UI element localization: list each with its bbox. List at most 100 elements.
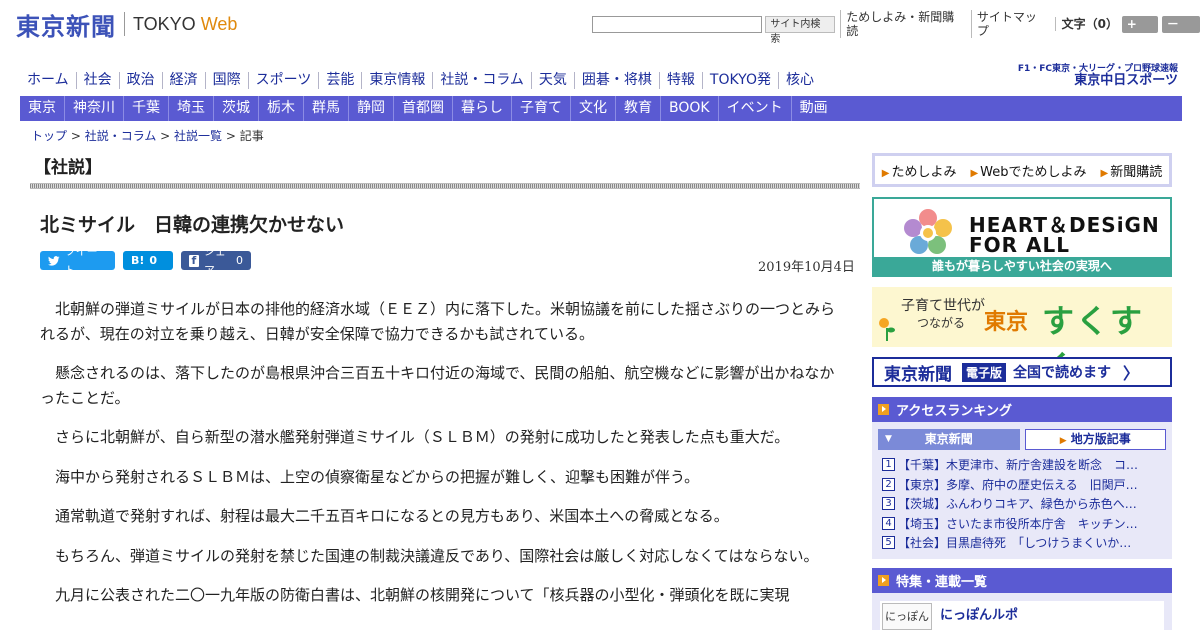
sports-logo-name: 東京中日スポーツ — [1074, 73, 1178, 88]
nav-item-tokyo-hatsu[interactable]: TOKYO発 — [701, 72, 778, 89]
twitter-bird-icon — [48, 255, 60, 266]
caret-down-icon: ▼ — [885, 434, 892, 444]
rank-number: 4 — [882, 516, 895, 530]
nav-item-entertainment[interactable]: 芸能 — [318, 72, 361, 89]
trial-link[interactable]: ▶ ためしよみ — [882, 161, 957, 180]
article-paragraph: 懸念されるのは、落下したのが島根県沖合三百五十キロ付近の海域で、民間の船舶、航空… — [40, 364, 835, 407]
subnav-item-video[interactable]: 動画 — [790, 96, 836, 121]
subnav-item-kurashi[interactable]: 暮らし — [452, 96, 511, 121]
features-title: 特集・連載一覧 — [896, 575, 988, 590]
heart-design-banner[interactable]: HEART＆DESiGN FOR ALL 誰もが暮らしやすい社会の実現へ — [872, 197, 1172, 277]
panel-arrow-icon — [878, 404, 889, 415]
subnav-item-bunka[interactable]: 文化 — [570, 96, 615, 121]
site-search-input[interactable] — [592, 15, 763, 33]
subscribe-link[interactable]: ▶ 新聞購読 — [1101, 161, 1163, 180]
subnav-item-event[interactable]: イベント — [717, 96, 791, 121]
ranking-item[interactable]: 1 【千葉】木更津市、新庁舎建設を断念 コ… — [882, 455, 1166, 475]
breadcrumb-editorial-list[interactable]: 社説一覧 — [174, 129, 222, 143]
rank-number: 2 — [882, 477, 895, 491]
ranking-tab-regional[interactable]: ▶ 地方版記事 — [1024, 429, 1166, 450]
subnav-item-shizuoka[interactable]: 静岡 — [348, 96, 393, 121]
article-paragraph: 北朝鮮の弾道ミサイルが日本の排他的経済水域（ＥＥＺ）内に落下した。米朝協議を前に… — [40, 300, 836, 343]
trial-link-label: ためしよみ — [891, 164, 957, 180]
tweet-label: ツイート — [64, 244, 98, 277]
logo-text-web: Web — [200, 13, 238, 34]
subnav-item-tokyo[interactable]: 東京 — [20, 96, 64, 121]
ranking-item[interactable]: 2 【東京】多摩、府中の歴史伝える 旧関戸… — [882, 475, 1166, 495]
nav-item-tokyo-info[interactable]: 東京情報 — [361, 72, 432, 89]
ranking-item[interactable]: 3 【茨城】ふんわりコキア、緑色から赤色へ… — [882, 494, 1166, 514]
site-search-button[interactable]: サイト内検索 — [765, 15, 836, 45]
ranking-header: アクセスランキング — [872, 397, 1172, 422]
chunichi-sports-link[interactable]: F1・FC東京・大リーグ・プロ野球速報 東京中日スポーツ — [1018, 63, 1178, 87]
rank-number: 3 — [882, 497, 895, 511]
nav-item-sports[interactable]: スポーツ — [247, 72, 319, 89]
nav-item-home[interactable]: ホーム — [20, 72, 76, 89]
article-paragraph: もちろん、弾道ミサイルの発射を禁じた国連の制裁決議違反であり、国際社会は厳しく対… — [55, 546, 819, 565]
article-date: 2019年10月4日 — [758, 260, 855, 275]
ranking-item[interactable]: 5 【社会】目黒虐待死 「しつけうまくいか… — [882, 533, 1166, 553]
facebook-share-label: シェア — [203, 244, 226, 277]
nav-item-special-report[interactable]: 特報 — [658, 72, 702, 89]
subnav-item-gunma[interactable]: 群馬 — [303, 96, 348, 121]
arrow-right-icon: ▶ — [1100, 167, 1109, 179]
header-link-sitemap[interactable]: サイトマップ — [970, 10, 1049, 38]
subnav-item-tochigi[interactable]: 栃木 — [258, 96, 303, 121]
web-trial-link[interactable]: ▶ Webでためしよみ — [970, 161, 1086, 180]
breadcrumb-current: 記事 — [239, 129, 264, 143]
trial-subscribe-box: ▶ ためしよみ ▶ Webでためしよみ ▶ 新聞購読 — [872, 153, 1172, 187]
font-size-increase-button[interactable]: + 大 — [1121, 15, 1158, 48]
features-panel: 特集・連載一覧 にっぽん にっぽんルポ — [872, 568, 1172, 630]
arrow-right-icon: ▶ — [970, 167, 979, 179]
article-paragraph: 通常軌道で発射すれば、射程は最大二千五百キロになるとの見方もあり、米国本土への脅… — [55, 507, 729, 525]
subnav-item-shutoken[interactable]: 首都圏 — [393, 96, 452, 121]
subnav-item-book[interactable]: BOOK — [660, 96, 718, 121]
nav-item-society[interactable]: 社会 — [75, 72, 119, 89]
nav-item-kakushin[interactable]: 核心 — [777, 72, 821, 89]
nav-item-economy[interactable]: 経済 — [161, 72, 205, 89]
nav-item-politics[interactable]: 政治 — [118, 72, 162, 89]
ranking-list: 1 【千葉】木更津市、新庁舎建設を断念 コ… 2 【東京】多摩、府中の歴史伝える 旧… — [872, 454, 1172, 553]
font-size-decrease-button[interactable]: － 小 — [1161, 15, 1200, 48]
hatena-bookmark-button[interactable]: B! 0 — [123, 251, 173, 270]
breadcrumb: トップ > 社説・コラム > 社説一覧 > 記事 — [31, 127, 264, 144]
ranking-item-title: 【千葉】木更津市、新庁舎建設を断念 コ… — [898, 458, 1139, 473]
ranking-item[interactable]: 4 【埼玉】さいたま市役所本庁舎 キッチン… — [882, 514, 1166, 534]
rank-number: 1 — [882, 458, 895, 472]
nav-item-weather[interactable]: 天気 — [530, 72, 574, 89]
feature-item[interactable]: にっぽん にっぽんルポ — [880, 601, 1164, 630]
subnav-item-kyoiku[interactable]: 教育 — [615, 96, 660, 121]
breadcrumb-editorial-column[interactable]: 社説・コラム — [85, 129, 157, 143]
subnav-item-saitama[interactable]: 埼玉 — [168, 96, 213, 121]
breadcrumb-separator: > — [67, 129, 85, 143]
tokyo-sukusuku-banner[interactable]: 子育て世代が つながる 東京 すくすく — [872, 287, 1172, 386]
facebook-icon: f — [189, 254, 199, 267]
subnav-item-kanagawa[interactable]: 神奈川 — [64, 96, 123, 121]
article-title: 北ミサイル 日韓の連携欠かせない — [40, 214, 345, 236]
nav-item-go-shogi[interactable]: 囲碁・将棋 — [573, 72, 659, 89]
nav-item-international[interactable]: 国際 — [204, 72, 248, 89]
tweet-button[interactable]: ツイート — [40, 245, 115, 277]
sukusuku-tagline-2: つながる — [917, 316, 966, 330]
digital-edition-badge: 電子版 — [962, 362, 1007, 382]
header-link-trial-subscribe[interactable]: ためしよみ・新聞購読 — [840, 10, 966, 38]
breadcrumb-top[interactable]: トップ — [31, 129, 67, 143]
site-logo[interactable]: 東京新聞 TOKYO Web — [16, 9, 238, 41]
hatena-count: 0 — [149, 254, 158, 267]
ranking-tabs: ▼ 東京新聞 ▶ 地方版記事 — [872, 422, 1172, 454]
ranking-tab-label: 地方版記事 — [1070, 432, 1131, 446]
arrow-right-icon: ▶ — [1059, 436, 1067, 446]
subnav-item-ibaraki[interactable]: 茨城 — [213, 96, 258, 121]
digital-edition-banner[interactable]: 東京新聞 電子版 全国で読めます 〉 — [872, 357, 1172, 387]
nav-item-editorial-column[interactable]: 社説・コラム — [432, 72, 531, 89]
ranking-tab-tokyo-shimbun[interactable]: ▼ 東京新聞 — [878, 429, 1020, 450]
share-buttons: ツイート B! 0 f シェア 0 — [40, 245, 251, 277]
facebook-share-button[interactable]: f シェア 0 — [181, 245, 251, 277]
subnav-item-chiba[interactable]: 千葉 — [123, 96, 168, 121]
font-size-label: 文字（0） — [1054, 17, 1118, 31]
subscribe-link-label: 新聞購読 — [1110, 164, 1163, 180]
section-title: 【社説】 — [34, 158, 102, 178]
heart-banner-line2: FOR ALL — [969, 233, 1070, 257]
sukusuku-tagline-1: 子育て世代が — [901, 298, 985, 314]
subnav-item-kosodate[interactable]: 子育て — [511, 96, 570, 121]
